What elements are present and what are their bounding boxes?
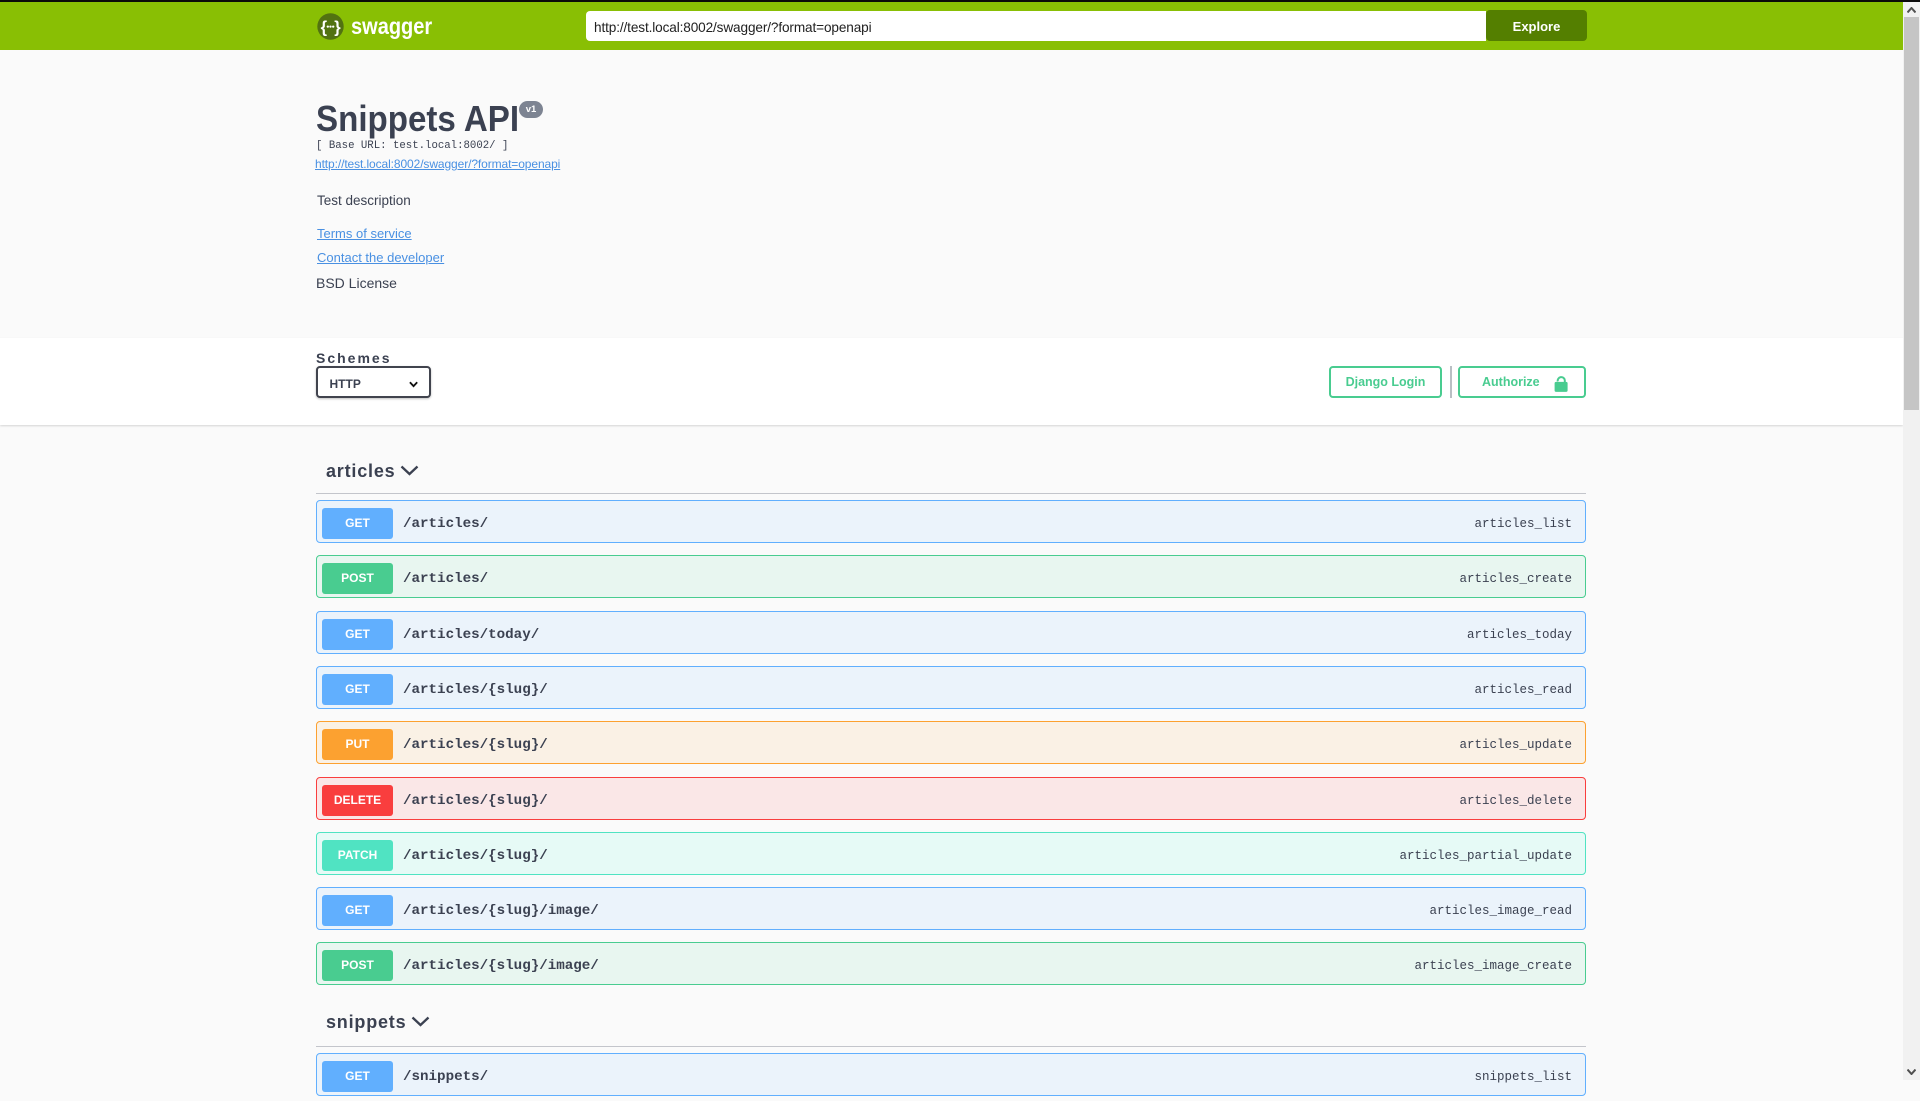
svg-text:}: } xyxy=(334,18,341,36)
svg-text:{: { xyxy=(321,18,328,36)
